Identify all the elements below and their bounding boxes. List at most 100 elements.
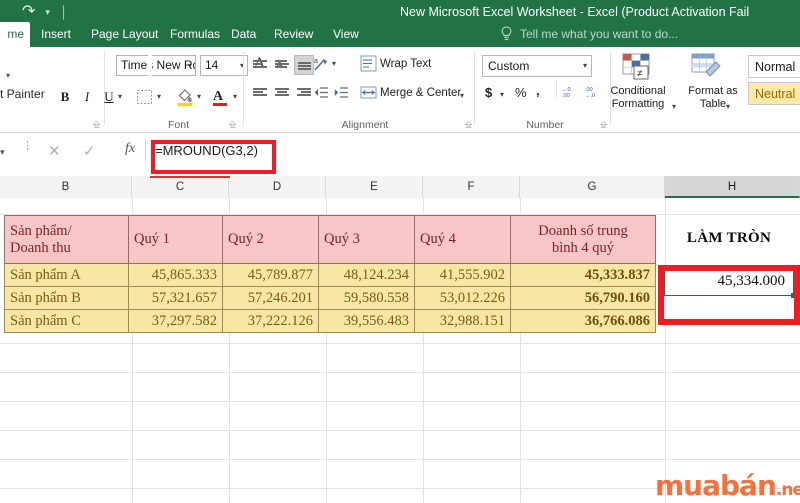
increase-decimal-icon[interactable]: ←0 .00 [562,85,580,99]
column-header-row: B C D E F G H [0,176,800,198]
header-cell-q1: Quý 1 [128,215,223,264]
table-row: Sản phẩm A 45,865.333 45,789.877 48,124.… [4,263,656,287]
conditional-formatting-label-2: Formatting [611,98,665,110]
table-row: Sản phẩm C 37,297.582 37,222.126 39,556.… [4,309,656,333]
header-cell-q2: Quý 2 [222,215,319,264]
header-average-line2: bình 4 quý [551,239,615,256]
column-header-g[interactable]: G [520,176,665,198]
lightbulb-icon [501,26,512,41]
tab-insert[interactable]: Insert [34,22,78,47]
name-box-caret-icon[interactable]: ▾ [0,147,5,158]
selected-cell-h3[interactable]: 45,334.000 [664,267,794,296]
column-header-b[interactable]: B [0,176,132,198]
cell-product-b-avg: 56,790.160 [510,286,656,310]
italic-button[interactable]: I [77,87,97,107]
orientation-icon[interactable]: a [312,56,330,74]
confirm-entry-icon[interactable]: ✓ [83,142,96,160]
tab-home[interactable]: me [0,22,30,47]
increase-indent-icon[interactable] [334,85,350,100]
ribbon: ▾ t Painter ⎒ Times New Ro ▾ 14 ▾ A A B … [0,47,800,133]
decrease-indent-icon[interactable] [314,85,330,100]
revenue-table: Sản phẩm/ Doanh thu Quý 1 Quý 2 Quý 3 Qu… [4,215,656,333]
align-middle-button[interactable] [272,55,292,75]
cancel-entry-icon[interactable]: ✕ [48,142,61,160]
column-header-c[interactable]: C [132,176,229,198]
column-header-e[interactable]: E [326,176,423,198]
column-header-f[interactable]: F [423,176,520,198]
wrap-text-icon[interactable] [360,55,377,72]
formula-input[interactable]: =MROUND(G3,2) [150,140,790,162]
worksheet-grid[interactable]: Sản phẩm/ Doanh thu Quý 1 Quý 2 Quý 3 Qu… [0,198,800,503]
fill-handle[interactable] [791,293,796,298]
wrap-text-button[interactable]: Wrap Text [380,58,431,70]
merge-center-caret-icon[interactable]: ▾ [460,86,464,106]
tab-page-layout[interactable]: Page Layout [84,22,165,47]
column-header-h[interactable]: H [665,176,800,198]
tab-view[interactable]: View [326,22,366,47]
align-left-button[interactable] [250,83,270,103]
number-dialog-launcher[interactable]: ⎒ [600,119,607,130]
font-family-caret-icon[interactable]: ▾ [188,56,192,75]
align-center-button[interactable] [272,83,292,103]
format-as-table-icon[interactable] [690,52,722,82]
undo-caret-icon[interactable]: ▾ [45,7,50,17]
align-bottom-button[interactable] [294,55,314,75]
column-header-d[interactable]: D [229,176,326,198]
fill-color-icon[interactable] [176,87,194,107]
cell-style-normal[interactable]: Normal [748,55,800,78]
svg-text:≠: ≠ [637,69,643,80]
fill-color-caret-icon[interactable]: ▾ [197,87,201,107]
bold-button[interactable]: B [55,87,75,107]
merge-center-icon[interactable] [360,84,377,101]
percent-style-icon[interactable]: % [515,85,527,100]
font-size-box[interactable]: 14 ▾ [200,55,248,76]
svg-text:a: a [314,58,318,65]
clipboard-dialog-launcher[interactable]: ⎒ [93,119,100,130]
watermark-brand: muabán [655,469,777,502]
header-product-line1: Sản phẩm/ [10,222,72,239]
tab-review[interactable]: Review [267,22,320,47]
cell-style-neutral[interactable]: Neutral [748,82,800,105]
tab-formulas[interactable]: Formulas [163,22,227,47]
font-group-label: Font [167,119,189,131]
font-family-box[interactable]: Times New Ro ▾ [116,55,196,76]
number-format-box[interactable]: Custom ▾ [482,55,592,77]
tell-me-box[interactable]: Tell me what you want to do... [520,22,678,47]
formula-bar-handle[interactable]: ⋮ [22,141,33,152]
number-format-caret-icon[interactable]: ▾ [583,56,587,76]
cell-product-c-q2: 37,222.126 [222,309,319,333]
cell-product-c-q3: 39,556.483 [318,309,415,333]
borders-caret-icon[interactable]: ▾ [157,87,161,107]
cell-product-a-q3: 48,124.234 [318,263,415,287]
underline-caret-icon[interactable]: ▾ [118,87,122,107]
cell-product-b-q2: 57,246.201 [222,286,319,310]
alignment-dialog-launcher[interactable]: ⎒ [465,119,472,130]
font-color-caret-icon[interactable]: ▾ [233,87,237,107]
conditional-formatting-label-1: Conditional [610,85,666,97]
borders-icon[interactable] [136,89,153,105]
watermark-suffix: .net [775,480,800,500]
comma-style-icon[interactable]: , [536,83,540,98]
conditional-formatting-caret-icon[interactable]: ▾ [672,97,676,117]
format-as-table-caret-icon[interactable]: ▾ [726,97,730,117]
orientation-caret-icon[interactable]: ▾ [332,54,336,74]
cell-product-c-avg: 36,766.086 [510,309,656,333]
conditional-formatting-icon[interactable]: ≠ [620,52,654,82]
accounting-format-icon[interactable]: $ [485,85,492,100]
paste-caret-icon[interactable]: ▾ [6,71,10,80]
underline-button[interactable]: U [99,87,119,107]
divider [556,81,557,99]
align-right-button[interactable] [294,83,314,103]
format-painter-button[interactable]: t Painter [0,87,45,101]
group-divider [243,51,244,125]
cell-product-a-q4: 41,555.902 [414,263,511,287]
accounting-caret-icon[interactable]: ▾ [500,85,504,105]
svg-text:→.0: →.0 [585,93,595,99]
tab-data[interactable]: Data [224,22,263,47]
align-top-button[interactable] [250,55,270,75]
customize-qat-icon[interactable]: ⏐ [60,6,67,19]
font-color-icon[interactable]: A [213,87,227,107]
redo-icon[interactable]: ↷ [22,4,35,20]
group-divider [474,51,475,125]
merge-center-button[interactable]: Merge & Center [380,87,461,99]
